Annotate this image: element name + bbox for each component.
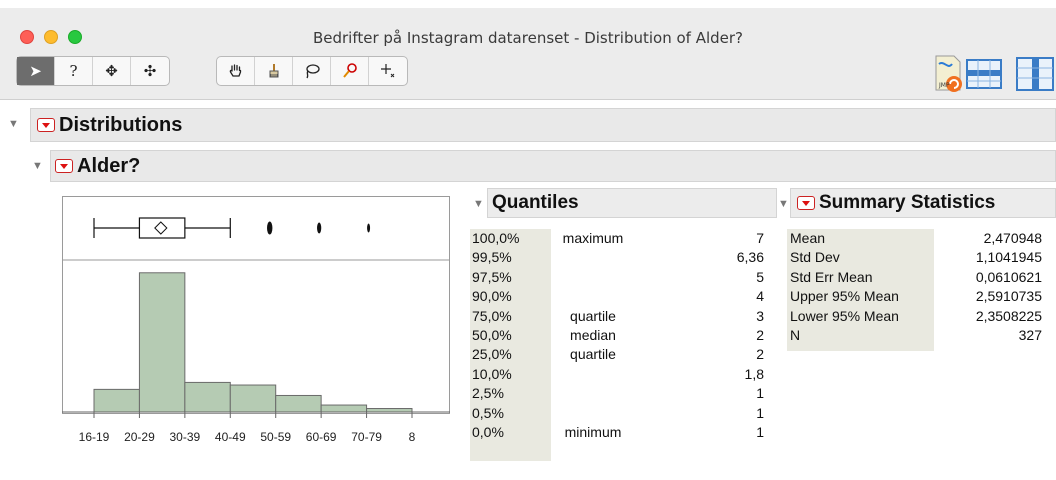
quantile-value: 4 bbox=[756, 288, 764, 305]
quantiles-disclosure-icon[interactable]: ▼ bbox=[473, 198, 484, 210]
quantile-value: 6,36 bbox=[736, 249, 764, 266]
x-tick-label: 30-39 bbox=[170, 430, 201, 444]
summary-title: Summary Statistics bbox=[819, 192, 996, 213]
quantile-value: 5 bbox=[756, 268, 764, 285]
quantile-label: maximum bbox=[562, 230, 624, 246]
quantile-value: 2 bbox=[756, 346, 764, 363]
quantile-percent: 10,0% bbox=[472, 365, 512, 382]
quantile-label: quartile bbox=[570, 346, 616, 363]
summary-stat-label: Lower 95% Mean bbox=[790, 307, 899, 324]
quantile-label: minimum bbox=[564, 424, 622, 440]
outlier-point bbox=[317, 222, 322, 234]
quantile-percent: 75,0% bbox=[472, 307, 512, 324]
summary-stat-value: 2,470948 bbox=[983, 230, 1042, 246]
histogram-bar bbox=[366, 408, 413, 413]
quantiles-header: Quantiles bbox=[487, 188, 777, 218]
red-triangle-menu-icon[interactable] bbox=[797, 196, 815, 210]
quantile-value: 1 bbox=[756, 424, 764, 440]
quantile-value: 2 bbox=[756, 327, 764, 343]
summary-header: Summary Statistics bbox=[790, 188, 1056, 218]
summary-stat-value: 2,5910735 bbox=[975, 288, 1042, 305]
quantile-percent: 100,0% bbox=[472, 230, 520, 246]
histogram-bar bbox=[184, 381, 231, 413]
quantile-label: quartile bbox=[570, 307, 616, 324]
quantile-percent: 90,0% bbox=[472, 288, 512, 305]
quantile-value: 1,8 bbox=[744, 365, 764, 382]
x-tick-label: 8 bbox=[409, 430, 416, 444]
outlier-point bbox=[267, 221, 273, 235]
histogram-bar bbox=[93, 388, 140, 413]
summary-stat-label: Mean bbox=[790, 230, 826, 246]
quantile-value: 7 bbox=[756, 230, 764, 246]
quantile-percent: 0,5% bbox=[472, 404, 504, 421]
x-tick-label: 20-29 bbox=[124, 430, 155, 444]
histogram-bar bbox=[320, 404, 368, 413]
quantile-percent: 25,0% bbox=[472, 346, 512, 363]
quantile-percent: 97,5% bbox=[472, 268, 512, 285]
summary-stat-value: 327 bbox=[1018, 327, 1042, 343]
summary-stat-value: 0,0610621 bbox=[975, 268, 1042, 285]
x-tick-label: 40-49 bbox=[215, 430, 246, 444]
summary-stat-value: 2,3508225 bbox=[975, 307, 1042, 324]
quantile-percent: 99,5% bbox=[472, 249, 512, 266]
quantiles-title: Quantiles bbox=[492, 192, 579, 213]
histogram-bar bbox=[275, 394, 322, 413]
summary-disclosure-icon[interactable]: ▼ bbox=[778, 198, 789, 210]
quantile-percent: 50,0% bbox=[472, 327, 512, 343]
histogram-bar bbox=[138, 272, 186, 413]
summary-stat-label: Std Dev bbox=[790, 249, 840, 266]
quantile-label: median bbox=[570, 327, 616, 343]
x-tick-label: 16-19 bbox=[79, 430, 110, 444]
x-tick-label: 50-59 bbox=[260, 430, 291, 444]
histogram-bar bbox=[229, 384, 277, 413]
quantile-value: 1 bbox=[756, 404, 764, 421]
outlier-point bbox=[367, 223, 371, 233]
x-tick-label: 70-79 bbox=[351, 430, 382, 444]
summary-stat-label: Std Err Mean bbox=[790, 268, 873, 285]
quantile-percent: 2,5% bbox=[472, 385, 504, 402]
quantile-percent: 0,0% bbox=[472, 424, 504, 440]
quantile-value: 3 bbox=[756, 307, 764, 324]
x-tick-label: 60-69 bbox=[306, 430, 337, 444]
summary-stat-label: Upper 95% Mean bbox=[790, 288, 899, 305]
summary-stat-value: 1,1041945 bbox=[975, 249, 1042, 266]
quantile-value: 1 bbox=[756, 385, 764, 402]
summary-stat-label: N bbox=[790, 327, 801, 343]
